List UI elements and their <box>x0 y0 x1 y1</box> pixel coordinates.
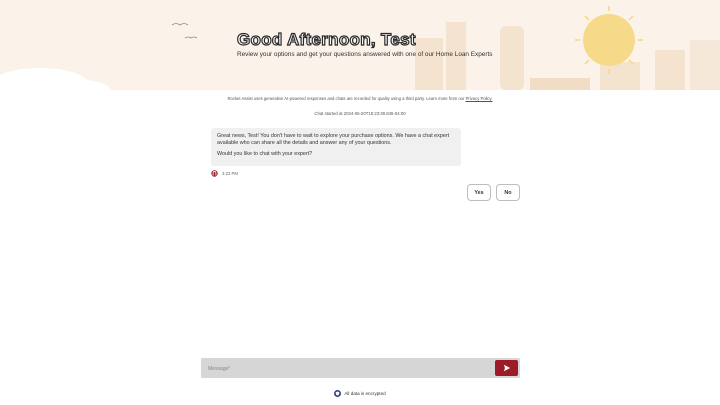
encryption-notice: All data is encrypted <box>0 390 720 397</box>
bot-message-bubble: Great news, Test! You don't have to wait… <box>211 128 461 166</box>
message-time: 3:23 PM <box>222 171 239 176</box>
encryption-text: All data is encrypted <box>344 391 386 396</box>
send-icon <box>503 364 510 372</box>
greeting-subtitle: Review your options and get your questio… <box>237 51 493 58</box>
rocket-logo-icon <box>211 170 218 177</box>
quick-reply-yes-button[interactable]: Yes <box>467 184 491 201</box>
greeting-heading: Good Afternoon, Test <box>236 29 416 49</box>
message-question: Would you like to chat with your expert? <box>217 151 313 157</box>
chat-start-timestamp: Chat started at 2024-06-20T15:23:38.845-… <box>314 111 406 116</box>
privacy-policy-link[interactable]: Privacy Policy. <box>466 96 493 101</box>
disclaimer: Rocket Assist uses generative AI-powered… <box>0 96 720 101</box>
shield-icon <box>334 390 342 397</box>
message-input[interactable] <box>206 362 490 376</box>
message-meta: 3:23 PM <box>211 170 238 177</box>
disclaimer-text: Rocket Assist uses generative AI-powered… <box>227 96 466 101</box>
hero-banner: Good Afternoon, Test Review your options… <box>0 0 720 90</box>
send-button[interactable] <box>495 360 518 376</box>
quick-reply-no-button[interactable]: No <box>496 184 520 201</box>
message-paragraph: Great news, Test! You don't have to wait… <box>217 133 450 146</box>
message-composer <box>201 358 520 378</box>
